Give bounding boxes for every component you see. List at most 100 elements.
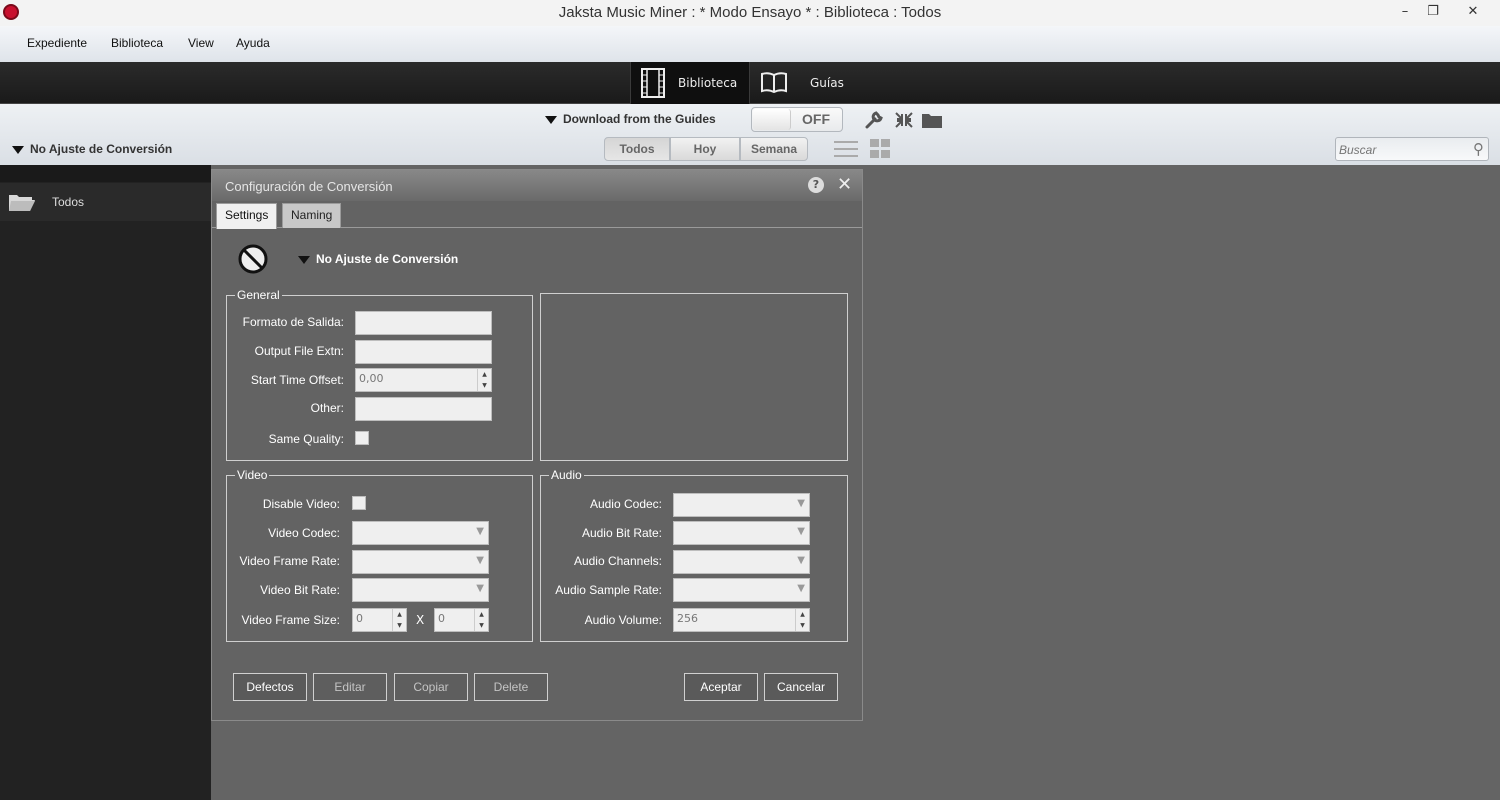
spin-up-icon[interactable]: ▲ (475, 609, 488, 620)
chevron-down-icon: ▼ (476, 555, 484, 566)
filter-semana[interactable]: Semana (740, 137, 808, 161)
minimize-button[interactable]: – (1390, 2, 1420, 22)
general-legend: General (237, 288, 280, 302)
search-box: ⚲ (1335, 137, 1489, 161)
cancel-button[interactable]: Cancelar (764, 673, 838, 701)
video-codec-select[interactable]: ▼ (352, 521, 489, 545)
collapse-icon[interactable] (893, 110, 915, 130)
video-codec-label: Video Codec: (268, 526, 340, 540)
preset-label: No Ajuste de Conversión (316, 252, 459, 266)
preview-panel (540, 293, 848, 461)
spin-down-icon[interactable]: ▼ (393, 620, 406, 631)
filter-hoy[interactable]: Hoy (670, 137, 740, 161)
spinner-arrows[interactable]: ▲ ▼ (795, 609, 809, 631)
no-conversion-icon (238, 244, 268, 274)
copy-button[interactable]: Copiar (394, 673, 468, 701)
frame-size-x-label: X (416, 613, 425, 627)
toolbar: Download from the Guides OFF No Ajuste d… (0, 104, 1500, 165)
menu-biblioteca[interactable]: Biblioteca (111, 36, 163, 50)
close-window-button[interactable]: ✕ (1458, 2, 1488, 22)
audio-volume-label: Audio Volume: (584, 613, 662, 627)
audio-codec-select[interactable]: ▼ (673, 493, 810, 517)
wrench-icon[interactable] (863, 110, 885, 130)
frame-width-spinner[interactable]: 0 ▲ ▼ (352, 608, 407, 632)
chevron-down-icon: ▼ (476, 526, 484, 537)
other-field[interactable] (355, 397, 492, 421)
spinner-arrows[interactable]: ▲ ▼ (392, 609, 406, 631)
same-quality-checkbox[interactable] (355, 431, 369, 445)
chevron-down-icon: ▼ (797, 526, 805, 537)
conversion-settings-dialog: Configuración de Conversión ? ✕ Settings… (211, 169, 863, 721)
edit-button[interactable]: Editar (313, 673, 387, 701)
video-frame-size-label: Video Frame Size: (241, 613, 341, 627)
disable-video-checkbox[interactable] (352, 496, 366, 510)
frame-width-value: 0 (356, 612, 363, 625)
audio-bit-rate-select[interactable]: ▼ (673, 521, 810, 545)
chevron-down-icon: ▼ (797, 583, 805, 594)
sidebar-item-todos[interactable]: Todos (0, 183, 211, 221)
accept-button[interactable]: Aceptar (684, 673, 758, 701)
output-format-field[interactable] (355, 311, 492, 335)
conversion-preset-dropdown[interactable]: No Ajuste de Conversión (12, 142, 172, 156)
start-offset-label: Start Time Offset: (250, 373, 344, 387)
toggle-knob (753, 109, 791, 130)
window-title: Jaksta Music Miner : * Modo Ensayo * : B… (558, 4, 942, 21)
audio-bit-rate-label: Audio Bit Rate: (581, 526, 662, 540)
folder-open-icon[interactable] (921, 110, 943, 130)
tab-settings[interactable]: Settings (216, 203, 278, 229)
video-bit-rate-select[interactable]: ▼ (352, 578, 489, 602)
audio-volume-spinner[interactable]: 256 ▲ ▼ (673, 608, 810, 632)
tab-guias[interactable]: Guías (751, 62, 871, 104)
spin-down-icon[interactable]: ▼ (478, 380, 491, 391)
close-icon[interactable]: ✕ (837, 174, 852, 195)
delete-button[interactable]: Delete (474, 673, 548, 701)
filter-todos[interactable]: Todos (604, 137, 670, 161)
spinner-arrows[interactable]: ▲ ▼ (477, 369, 491, 391)
main-tab-bar: Biblioteca Guías (0, 62, 1500, 104)
start-offset-spinner[interactable]: 0,00 ▲ ▼ (355, 368, 492, 392)
tab-biblioteca-label: Biblioteca (678, 76, 738, 90)
spin-down-icon[interactable]: ▼ (796, 620, 809, 631)
audio-sample-rate-select[interactable]: ▼ (673, 578, 810, 602)
output-format-label: Formato de Salida: (242, 315, 344, 329)
spin-up-icon[interactable]: ▲ (796, 609, 809, 620)
book-icon (761, 72, 787, 93)
restore-button[interactable]: ❐ (1418, 2, 1448, 22)
download-guides-dropdown[interactable]: Download from the Guides (545, 112, 716, 126)
sidebar-header (0, 165, 211, 182)
audio-volume-value: 256 (677, 612, 698, 625)
spin-up-icon[interactable]: ▲ (393, 609, 406, 620)
dropdown-triangle-icon (545, 115, 557, 124)
tab-naming[interactable]: Naming (282, 203, 342, 228)
audio-legend: Audio (551, 468, 582, 482)
search-icon[interactable]: ⚲ (1473, 140, 1484, 158)
menu-view[interactable]: View (188, 36, 214, 50)
grid-view-icon[interactable] (868, 138, 894, 160)
download-guides-label: Download from the Guides (563, 112, 716, 126)
output-ext-label: Output File Extn: (254, 344, 344, 358)
search-input[interactable] (1339, 141, 1464, 159)
video-legend: Video (237, 468, 268, 482)
audio-channels-select[interactable]: ▼ (673, 550, 810, 574)
menu-bar: Expediente Biblioteca View Ayuda (0, 26, 1500, 62)
defaults-button[interactable]: Defectos (233, 673, 307, 701)
preset-dropdown[interactable]: No Ajuste de Conversión (298, 252, 458, 266)
chevron-down-icon: ▼ (797, 555, 805, 566)
menu-expediente[interactable]: Expediente (27, 36, 87, 50)
spin-down-icon[interactable]: ▼ (475, 620, 488, 631)
frame-height-spinner[interactable]: 0 ▲ ▼ (434, 608, 489, 632)
dialog-title-bar: Configuración de Conversión ? ✕ (212, 170, 862, 201)
spinner-arrows[interactable]: ▲ ▼ (474, 609, 488, 631)
tab-biblioteca[interactable]: Biblioteca (630, 62, 750, 104)
film-icon (641, 68, 665, 98)
menu-ayuda[interactable]: Ayuda (236, 36, 270, 50)
list-view-icon[interactable] (833, 138, 859, 160)
dropdown-triangle-icon (298, 255, 310, 264)
dropdown-triangle-icon (12, 145, 24, 154)
download-toggle[interactable]: OFF (751, 107, 843, 132)
help-icon[interactable]: ? (808, 177, 824, 193)
video-frame-rate-select[interactable]: ▼ (352, 550, 489, 574)
spin-up-icon[interactable]: ▲ (478, 369, 491, 380)
sidebar-item-label: Todos (52, 195, 85, 209)
output-ext-field[interactable] (355, 340, 492, 364)
